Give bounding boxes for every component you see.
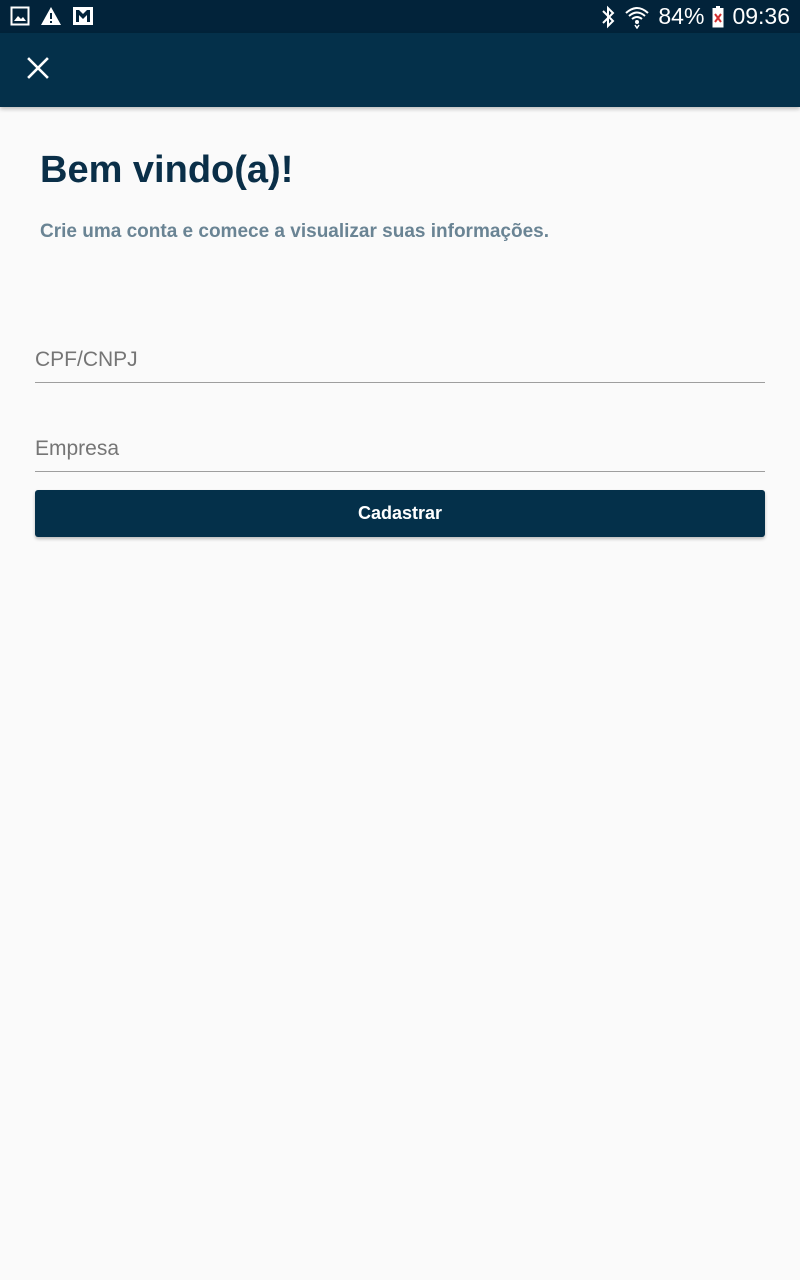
app-bar — [0, 33, 800, 107]
wifi-icon — [624, 5, 650, 29]
cadastrar-button[interactable]: Cadastrar — [35, 490, 765, 537]
close-icon — [27, 56, 49, 84]
cpf-cnpj-field — [35, 322, 765, 383]
cpf-cnpj-input[interactable] — [35, 348, 765, 372]
battery-icon — [712, 5, 724, 28]
system-status: 84% 09:36 — [600, 0, 790, 33]
clock: 09:36 — [732, 3, 790, 29]
notification-icons — [10, 5, 94, 27]
empresa-field — [35, 411, 765, 472]
image-icon — [10, 6, 30, 26]
warning-icon — [40, 6, 62, 26]
battery-percent: 84% — [658, 3, 705, 29]
page-subtitle: Crie uma conta e comece a visualizar sua… — [40, 221, 550, 242]
gmail-icon — [72, 6, 94, 26]
status-bar: 84% 09:36 — [0, 0, 800, 33]
empresa-input[interactable] — [35, 437, 765, 461]
close-button[interactable] — [20, 52, 56, 88]
bluetooth-icon — [600, 5, 616, 29]
page-title: Bem vindo(a)! — [40, 149, 294, 191]
